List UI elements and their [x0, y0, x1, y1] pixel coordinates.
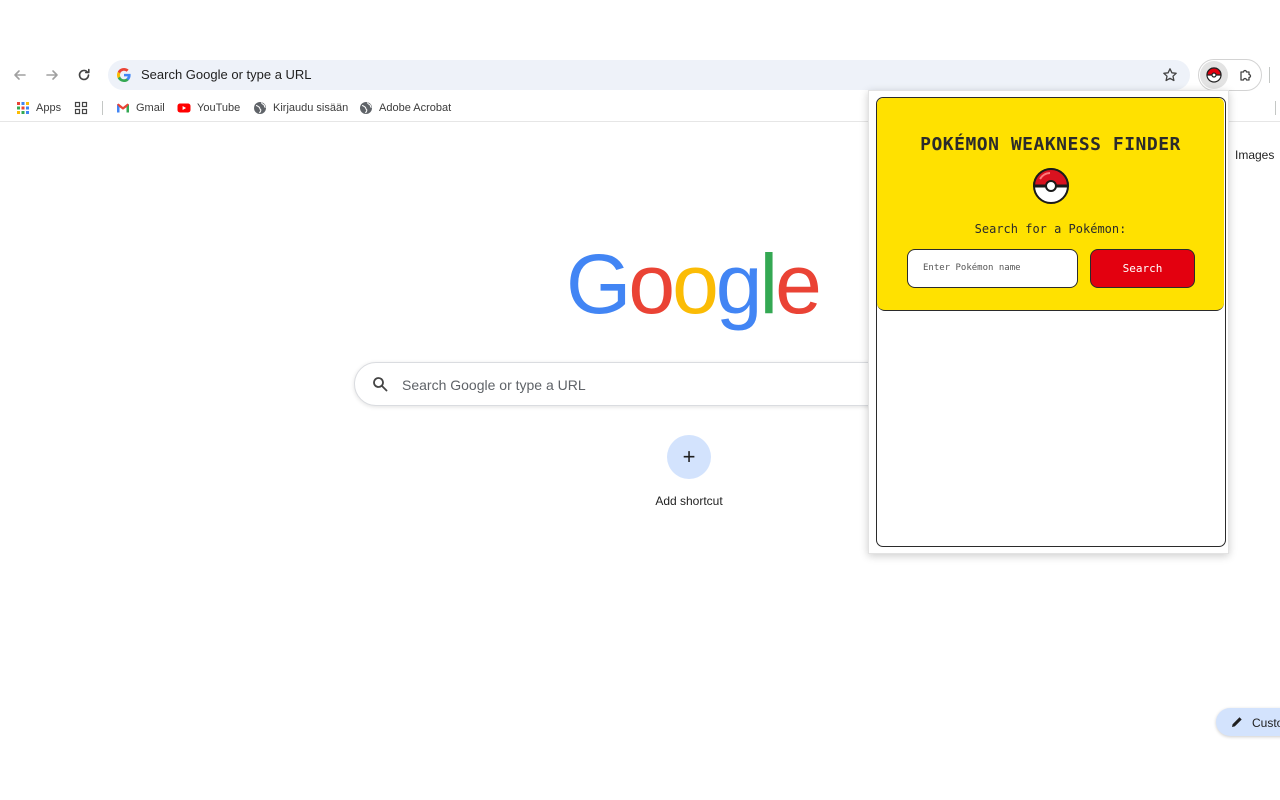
bookmark-star-icon[interactable]: [1162, 67, 1178, 83]
bookmark-label: Kirjaudu sisään: [273, 102, 349, 114]
bookmark-label: Adobe Acrobat: [379, 102, 452, 114]
forward-button[interactable]: [39, 62, 65, 88]
toolbar-divider: [1269, 67, 1270, 83]
pokemon-extension-button[interactable]: [1200, 61, 1228, 89]
bookmark-gmail[interactable]: Gmail: [116, 100, 165, 116]
bookmark-youtube[interactable]: YouTube: [177, 100, 240, 116]
pokemon-name-input[interactable]: Enter Pokémon name: [907, 249, 1078, 288]
bookmark-kirjaudu[interactable]: Kirjaudu sisään: [253, 100, 348, 116]
logo-letter: g: [715, 237, 763, 331]
google-g-icon: [117, 68, 131, 82]
pokeball-icon: [1032, 168, 1070, 204]
bookmark-label: Apps: [36, 102, 62, 114]
arrow-right-icon: [46, 70, 58, 80]
ntp-search-box[interactable]: Search Google or type a URL: [354, 362, 954, 406]
search-button[interactable]: Search: [1090, 249, 1195, 288]
plus-icon: +: [682, 444, 696, 469]
reload-icon: [78, 68, 90, 81]
bookmarks-end-separator: [1275, 101, 1276, 115]
add-shortcut-button[interactable]: +: [667, 435, 711, 479]
add-shortcut-label: Add shortcut: [655, 494, 723, 508]
globe-icon: [360, 102, 372, 114]
bookmark-adobe-acrobat[interactable]: Adobe Acrobat: [359, 100, 451, 116]
popup-title: POKÉMON WEAKNESS FINDER: [920, 134, 1181, 155]
logo-letter: G: [566, 237, 631, 331]
popup-subtitle: Search for a Pokémon:: [974, 222, 1127, 236]
input-placeholder: Enter Pokémon name: [923, 263, 1021, 273]
browser-window: Search Google or type a URL Apps Gmail Y…: [0, 0, 1280, 800]
pencil-icon: [1232, 717, 1242, 727]
bookmark-label: Gmail: [136, 102, 165, 114]
omnibox[interactable]: Search Google or type a URL: [108, 60, 1190, 90]
omnibox-text: Search Google or type a URL: [141, 67, 312, 82]
popup-header: POKÉMON WEAKNESS FINDER Search for a Pok…: [877, 98, 1224, 311]
images-link[interactable]: Images: [1235, 148, 1274, 162]
pokeball-icon: [1206, 67, 1222, 83]
logo-letter: o: [628, 237, 675, 331]
bookmarks-separator: [102, 101, 103, 115]
extension-popup: POKÉMON WEAKNESS FINDER Search for a Pok…: [868, 90, 1229, 554]
bookmark-apps[interactable]: Apps: [16, 100, 61, 116]
puzzle-icon: [1240, 69, 1252, 81]
apps-grid-icon: [17, 102, 29, 114]
extensions-menu-button[interactable]: [1232, 61, 1260, 89]
arrow-left-icon: [14, 70, 26, 80]
customize-chrome-button[interactable]: Custo: [1216, 708, 1280, 736]
tab-groups-button[interactable]: [74, 100, 94, 116]
tab-groups-icon: [74, 101, 88, 115]
toolbar: Search Google or type a URL: [0, 58, 1280, 92]
gmail-icon: [117, 103, 129, 113]
logo-letter: o: [672, 237, 719, 331]
search-icon: [373, 377, 388, 392]
reload-button[interactable]: [71, 62, 97, 88]
globe-icon: [254, 102, 266, 114]
logo-letter: l: [759, 237, 779, 331]
ntp-search-placeholder: Search Google or type a URL: [402, 377, 586, 393]
youtube-icon: [177, 103, 191, 113]
logo-letter: e: [775, 237, 822, 331]
back-button[interactable]: [7, 62, 33, 88]
customize-label: Custo: [1252, 716, 1280, 730]
tab-strip: [0, 0, 1280, 58]
popup-card: POKÉMON WEAKNESS FINDER Search for a Pok…: [876, 97, 1226, 547]
bookmark-label: YouTube: [197, 102, 241, 114]
google-logo: Google: [566, 236, 822, 331]
